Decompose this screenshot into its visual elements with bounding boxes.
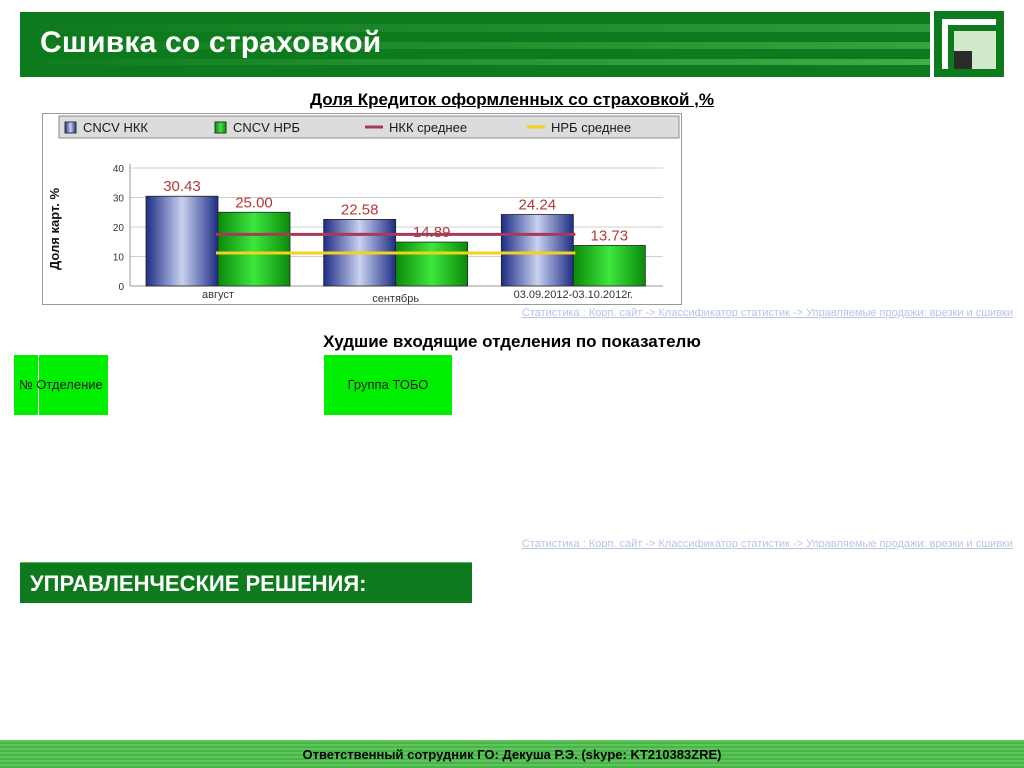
bank-logo-icon [934,11,1004,77]
footer-responsible: Ответственный сотрудник ГО: Декуша Р.Э. … [0,740,1024,768]
footer-text: Ответственный сотрудник ГО: Декуша Р.Э. … [302,746,722,762]
legend-label-1: CNCV НРБ [233,120,300,135]
data-label: 30.43 [163,178,201,195]
management-decisions-title: УПРАВЛЕНЧЕСКИЕ РЕШЕНИЯ: [20,562,472,603]
chart-title: Доля Кредиток оформленных со страховкой … [309,90,715,109]
x-tick-label: август [202,289,234,301]
y-tick-label: 30 [113,194,125,205]
page-title: Сшивка со страховкой [40,26,382,59]
bar-nrb-2 [572,245,646,287]
data-label: 14.89 [413,224,451,241]
y-tick-label: 40 [113,164,125,175]
y-tick-label: 0 [118,282,124,293]
y-tick-label: 10 [113,253,125,264]
x-tick-label: 03.09.2012-03.10.2012г. [514,289,634,301]
legend-swatch-0 [64,121,77,134]
column-number-header: № [14,355,38,415]
y-axis-title: Доля карт. % [47,188,62,270]
y-tick-label: 20 [113,223,125,234]
column-group-header: Группа ТОБО [324,355,452,415]
data-label: 25.00 [235,194,273,211]
legend-label-2: НКК среднее [389,120,467,135]
legend-swatch-1 [214,121,227,134]
column-branch-header: Отделение [36,355,108,415]
data-label: 24.24 [519,196,557,213]
legend-label-0: CNCV НКК [83,120,148,135]
bar-nrb-0 [217,211,291,287]
chart-frame: CNCV НКК CNCV НРБ НКК среднее НРБ среднее 0 1… [42,113,682,305]
bar-nkk-0 [145,195,219,287]
x-tick-label: сентябрь [372,293,419,305]
data-label: 22.58 [341,201,379,218]
source-link-2[interactable]: Статистика : Корп. сайт -> Классификатор… [522,538,1013,550]
bar-nrb-1 [395,241,469,287]
legend-label-3: НРБ среднее [551,120,631,135]
worst-branches-title: Худшие входящие отделения по показателю [323,332,701,351]
data-label: 13.73 [591,227,629,244]
bar-chart: CNCV НКК CNCV НРБ НКК среднее НРБ среднее 0 1… [47,115,680,305]
source-link-1[interactable]: Статистика : Корп. сайт -> Классификатор… [522,307,1013,319]
bar-nkk-2 [500,214,574,287]
